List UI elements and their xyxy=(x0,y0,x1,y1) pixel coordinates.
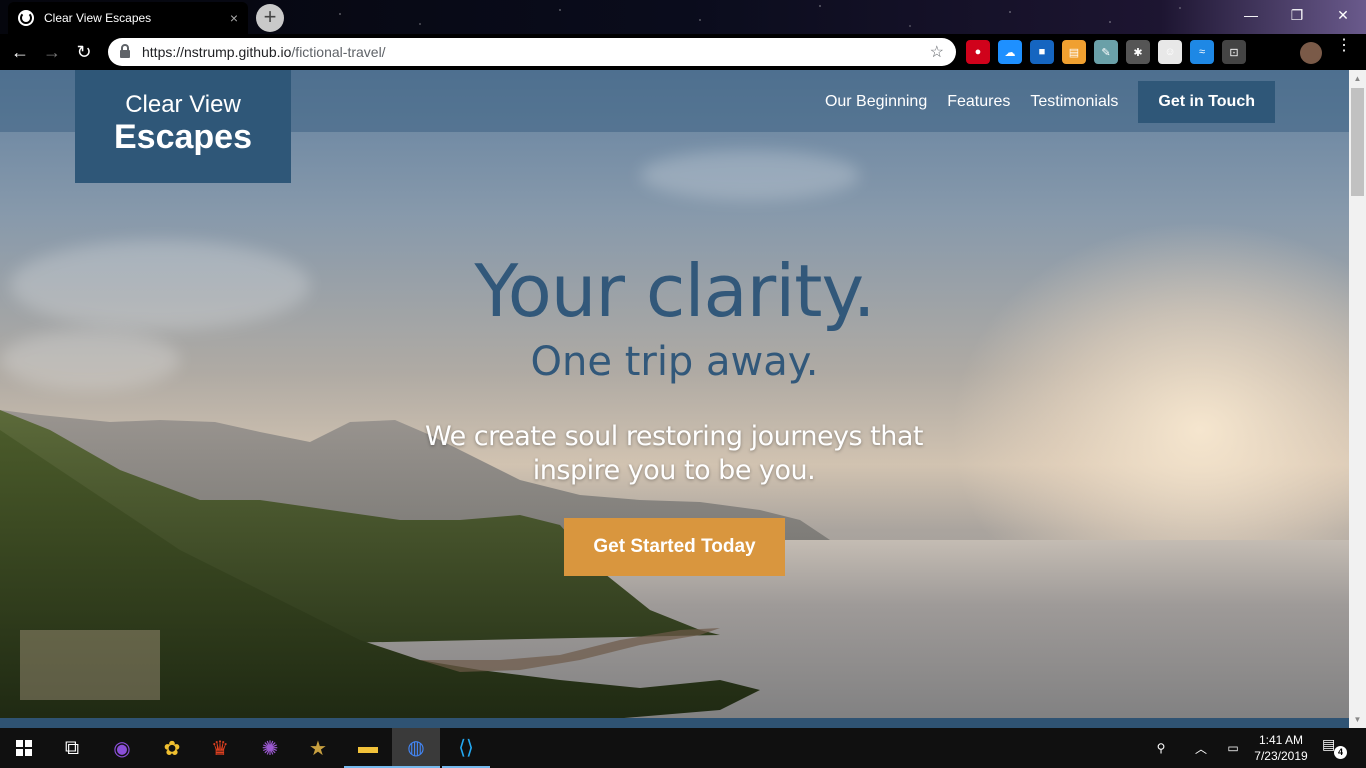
bookmark-star-icon[interactable]: ☆ xyxy=(930,42,944,62)
window-controls: — ❐ ✕ xyxy=(1228,0,1366,30)
url-text[interactable]: https://nstrump.github.io/fictional-trav… xyxy=(142,44,930,60)
url-path: /fictional-travel/ xyxy=(291,44,386,60)
back-button[interactable]: ← xyxy=(4,36,36,68)
maximize-button[interactable]: ❐ xyxy=(1274,0,1320,30)
app-crown[interactable]: ♛ xyxy=(196,728,244,768)
reload-button[interactable]: ↻ xyxy=(68,36,100,68)
tab-close-icon[interactable]: × xyxy=(230,10,238,26)
people-icon[interactable]: ⚲ xyxy=(1150,728,1172,768)
app-photos[interactable]: ✿ xyxy=(148,728,196,768)
task-view-icon: ⧉ xyxy=(64,736,80,759)
hero-text: We create soul restoring journeys that i… xyxy=(424,421,924,486)
site-nav: Our Beginning Features Testimonials Get … xyxy=(805,81,1275,123)
adblock-icon[interactable]: ● xyxy=(966,40,990,64)
windows-taskbar: ⧉ ◉ ✿ ♛ ✺ ★ ▬ ◍ ⟨⟩ ⚲ ︿ ▭ 1:41 AM 7/23/2019 ▤ 4 xyxy=(0,728,1366,768)
logo-line-1: Clear View xyxy=(125,91,241,118)
task-view-button[interactable]: ⧉ xyxy=(48,728,96,768)
scroll-up-arrow-icon[interactable]: ▲ xyxy=(1349,70,1366,87)
star-icon: ★ xyxy=(309,737,327,760)
app-lens[interactable]: ◉ xyxy=(98,728,146,768)
action-center-button[interactable]: ▤ 4 xyxy=(1322,736,1347,760)
wireless-icon[interactable]: ≈ xyxy=(1190,40,1214,64)
clock-date: 7/23/2019 xyxy=(1254,749,1308,763)
minimize-button[interactable]: — xyxy=(1228,0,1274,30)
screenshot-icon[interactable]: ⊡ xyxy=(1222,40,1246,64)
clock-time: 1:41 AM xyxy=(1258,733,1304,747)
vscode-icon: ⟨⟩ xyxy=(458,736,474,759)
nav-testimonials[interactable]: Testimonials xyxy=(1030,93,1118,111)
app-explorer[interactable]: ▬ xyxy=(344,728,392,768)
cloud-icon[interactable]: ☁ xyxy=(998,40,1022,64)
tab-strip: Clear View Escapes × + — ❐ ✕ xyxy=(0,0,1366,34)
hero-title: Your clarity. xyxy=(474,249,875,333)
tab-title: Clear View Escapes xyxy=(44,11,152,25)
app-chrome[interactable]: ◍ xyxy=(392,728,440,768)
camera-lens-icon: ◉ xyxy=(113,737,131,760)
forward-button[interactable]: → xyxy=(36,36,68,68)
dropper-extension-icon[interactable]: ✎ xyxy=(1094,40,1118,64)
notification-icon: ▤ xyxy=(1322,736,1336,752)
spiral-icon: ✺ xyxy=(261,737,279,760)
scroll-down-arrow-icon[interactable]: ▼ xyxy=(1349,711,1366,728)
url-host: https://nstrump.github.io xyxy=(142,44,292,60)
crown-icon: ♛ xyxy=(211,737,229,760)
nav-features[interactable]: Features xyxy=(947,93,1010,111)
hero-subtitle: One trip away. xyxy=(530,339,819,385)
new-tab-button[interactable]: + xyxy=(256,4,284,32)
next-section-edge xyxy=(0,718,1349,728)
battery-icon[interactable]: ▭ xyxy=(1222,728,1244,768)
profile-avatar[interactable] xyxy=(1300,42,1322,64)
chrome-icon: ◍ xyxy=(407,736,425,759)
browser-tab[interactable]: Clear View Escapes × xyxy=(8,2,248,34)
square-extension-icon[interactable]: ■ xyxy=(1030,40,1054,64)
village-buildings xyxy=(20,630,160,700)
tray-chevron-icon[interactable]: ︿ xyxy=(1190,728,1212,768)
app-purple[interactable]: ✺ xyxy=(246,728,294,768)
site-logo[interactable]: Clear View Escapes xyxy=(75,70,291,183)
get-started-button[interactable]: Get Started Today xyxy=(564,518,785,576)
folder-icon: ▬ xyxy=(358,735,378,758)
note-extension-icon[interactable]: ▤ xyxy=(1062,40,1086,64)
flower-icon: ✿ xyxy=(163,737,181,760)
start-button[interactable] xyxy=(0,728,48,768)
get-in-touch-button[interactable]: Get in Touch xyxy=(1138,81,1275,123)
app-star[interactable]: ★ xyxy=(294,728,342,768)
avatar-extension-icon[interactable]: ☺ xyxy=(1158,40,1182,64)
nav-our-beginning[interactable]: Our Beginning xyxy=(825,93,927,111)
lock-icon[interactable] xyxy=(120,44,130,58)
address-bar[interactable]: https://nstrump.github.io/fictional-trav… xyxy=(108,38,956,66)
page-scrollbar[interactable]: ▲ ▼ xyxy=(1349,70,1366,728)
site-favicon-icon xyxy=(18,10,34,26)
browser-toolbar: ← → ↻ https://nstrump.github.io/fictiona… xyxy=(0,34,1366,70)
system-clock[interactable]: 1:41 AM 7/23/2019 xyxy=(1248,732,1314,764)
scrollbar-thumb[interactable] xyxy=(1351,88,1364,196)
windows-icon xyxy=(16,740,32,756)
lightbulb-icon[interactable]: ✱ xyxy=(1126,40,1150,64)
page-viewport: Our Beginning Features Testimonials Get … xyxy=(0,70,1349,728)
close-window-button[interactable]: ✕ xyxy=(1320,0,1366,30)
extensions-area: ● ☁ ■ ▤ ✎ ✱ ☺ ≈ ⊡ xyxy=(966,40,1246,64)
notification-count: 4 xyxy=(1334,746,1347,759)
logo-line-2: Escapes xyxy=(114,118,252,156)
app-vscode[interactable]: ⟨⟩ xyxy=(442,728,490,768)
browser-menu-icon[interactable]: ⋮ xyxy=(1336,38,1352,54)
